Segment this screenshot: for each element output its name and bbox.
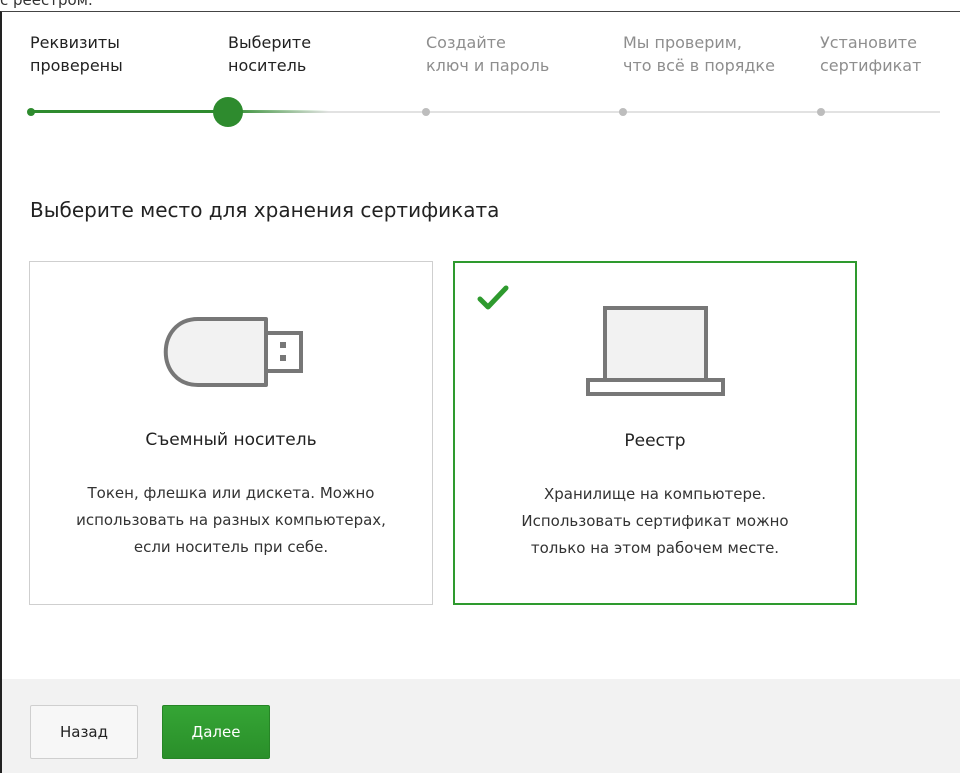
description-line: использовать на разных компьютерах,	[76, 511, 386, 529]
back-button[interactable]: Назад	[30, 705, 138, 759]
step-label-line2: носитель	[228, 56, 307, 75]
step-create-key: Создайте ключ и пароль	[426, 31, 576, 77]
option-description: Токен, флешка или дискета. Можно использ…	[30, 480, 432, 561]
step-install-certificate: Установите сертификат	[820, 31, 950, 77]
step-details-verified: Реквизиты проверены	[30, 31, 180, 77]
option-description: Хранилище на компьютере. Использовать се…	[455, 481, 855, 562]
option-card-removable-media[interactable]: Съемный носитель Токен, флешка или диске…	[29, 261, 433, 605]
step-label-line1: Мы проверим,	[623, 33, 742, 52]
description-line: Использовать сертификат можно	[521, 512, 789, 530]
step-dot-pending	[422, 108, 430, 116]
usb-drive-icon	[163, 317, 303, 387]
step-label-line2: сертификат	[820, 56, 922, 75]
step-dot-pending	[817, 108, 825, 116]
step-label-line2: ключ и пароль	[426, 56, 550, 75]
option-card-registry[interactable]: Реестр Хранилище на компьютере. Использо…	[453, 261, 857, 605]
step-label-line1: Реквизиты	[30, 33, 120, 52]
step-label-line2: что всё в порядке	[623, 56, 775, 75]
page-title: Выберите место для хранения сертификата	[30, 198, 500, 222]
step-label-line1: Установите	[820, 33, 917, 52]
step-dot-done	[27, 108, 35, 116]
step-dot-current	[213, 97, 243, 127]
step-choose-media: Выберите носитель	[228, 31, 378, 77]
laptop-icon	[586, 306, 725, 396]
option-title: Реестр	[624, 431, 686, 451]
step-verification: Мы проверим, что всё в порядке	[623, 31, 798, 77]
description-line: Токен, флешка или дискета. Можно	[87, 484, 375, 502]
step-label-line1: Выберите	[228, 33, 312, 52]
next-button[interactable]: Далее	[162, 705, 270, 759]
wizard-stepper: Реквизиты проверены Выберите носитель Со…	[2, 12, 960, 142]
description-line: только на этом рабочем месте.	[530, 539, 780, 557]
option-title: Съемный носитель	[145, 430, 317, 450]
certificate-wizard: Реквизиты проверены Выберите носитель Со…	[0, 11, 960, 773]
progress-fill	[30, 110, 229, 113]
step-label-line1: Создайте	[426, 33, 506, 52]
description-line: Хранилище на компьютере.	[543, 485, 767, 503]
page-caption: с реестром.	[0, 0, 93, 9]
wizard-footer: Назад Далее	[2, 679, 960, 773]
description-line: если носитель при себе.	[133, 538, 329, 556]
step-dot-pending	[619, 108, 627, 116]
step-label-line2: проверены	[30, 56, 123, 75]
progress-fill-fade	[229, 110, 329, 113]
